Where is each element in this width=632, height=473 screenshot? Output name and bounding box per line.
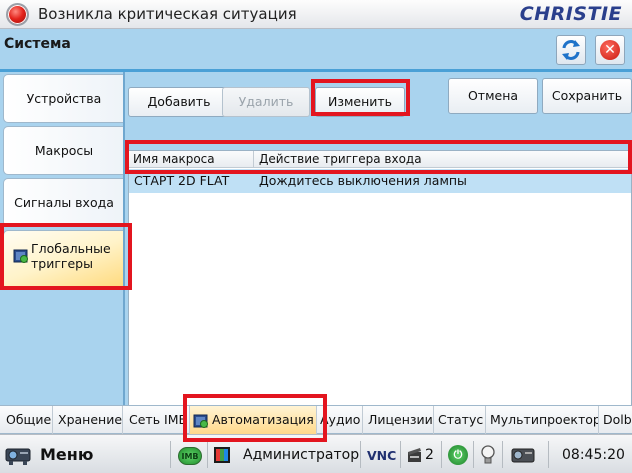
film-icon [408, 448, 421, 462]
tab-multiprojector[interactable]: Мультипроектор [486, 406, 599, 434]
tab-automation[interactable]: Автоматизация [190, 406, 317, 434]
film-count: 2 [425, 447, 434, 463]
alert-status-icon[interactable] [6, 3, 29, 26]
divider [441, 441, 442, 468]
close-button[interactable]: ✕ [595, 35, 625, 65]
sidebar-item-label: Сигналы входа [14, 195, 114, 210]
sidebar-item-input-signals[interactable]: Сигналы входа [3, 178, 124, 227]
triggers-panel: Добавить Удалить Изменить Отмена Сохрани… [125, 72, 632, 435]
column-separator [253, 151, 254, 168]
system-window: Система ✕ Устройства Макросы Сигналы вхо… [0, 29, 632, 435]
cell-macro-name: СТАРТ 2D FLAT [134, 173, 230, 188]
delete-button[interactable]: Удалить [222, 87, 310, 117]
divider [473, 441, 474, 468]
user-icon [214, 447, 230, 463]
column-header-trigger-action[interactable]: Действие триггера входа [259, 152, 422, 166]
sidebar-item-macros[interactable]: Макросы [3, 126, 124, 175]
menu-button[interactable]: Меню [40, 445, 93, 464]
save-button[interactable]: Сохранить [542, 78, 632, 114]
divider [548, 441, 549, 468]
projector-icon[interactable] [508, 446, 538, 464]
title-bar: Возникла критическая ситуация CHRISTIE [0, 0, 632, 29]
automation-icon [193, 414, 208, 428]
user-name[interactable]: Администратор [243, 447, 359, 463]
refresh-button[interactable] [556, 35, 586, 65]
edit-button[interactable]: Изменить [315, 87, 405, 117]
lamp-icon[interactable] [480, 445, 496, 465]
triggers-table: Имя макроса Действие триггера входа СТАР… [128, 150, 632, 435]
tab-audio[interactable]: Аудио [317, 406, 363, 434]
vnc-indicator[interactable]: VNC [367, 448, 396, 463]
sidebar-item-global-triggers[interactable]: Глобальные триггеры [3, 230, 124, 290]
tab-status[interactable]: Статус [434, 406, 486, 434]
tab-licenses[interactable]: Лицензии [363, 406, 434, 434]
tab-dolby[interactable]: Dolby [599, 406, 632, 434]
cancel-button[interactable]: Отмена [448, 78, 538, 114]
table-row[interactable]: СТАРТ 2D FLAT Дождитесь выключения лампы [129, 169, 631, 193]
tab-imb-network[interactable]: Сеть IMB [123, 406, 190, 434]
power-icon[interactable]: ⏻ [448, 445, 468, 465]
tab-storage[interactable]: Хранение [53, 406, 123, 434]
menu-icon[interactable] [4, 445, 36, 467]
trigger-icon [13, 249, 28, 263]
divider [400, 441, 401, 468]
tab-general[interactable]: Общие [0, 406, 53, 434]
column-header-macro-name[interactable]: Имя макроса [133, 152, 215, 166]
divider [360, 441, 361, 468]
bottom-tab-bar: Общие Хранение Сеть IMB Автоматизация Ау… [0, 405, 632, 434]
status-bar: Меню IMB Администратор VNC 2 ⏻ 08:45:20 [0, 434, 632, 473]
sidebar-item-label: Устройства [26, 91, 102, 106]
sidebar-item-label: Глобальные триггеры [31, 241, 111, 271]
side-nav: Устройства Макросы Сигналы входа Глобаль… [0, 72, 124, 405]
imb-status-icon[interactable]: IMB [178, 447, 202, 465]
sidebar-item-label: Макросы [34, 143, 94, 158]
add-button[interactable]: Добавить [128, 87, 230, 117]
brand-logo: CHRISTIE [519, 3, 622, 25]
divider [207, 441, 208, 468]
clock: 08:45:20 [562, 447, 625, 463]
cell-trigger-action: Дождитесь выключения лампы [259, 173, 467, 188]
divider [502, 441, 503, 468]
table-header: Имя макроса Действие триггера входа [129, 151, 631, 168]
refresh-icon [562, 40, 580, 60]
alert-message: Возникла критическая ситуация [38, 5, 297, 23]
tab-automation-label: Автоматизация [212, 412, 314, 427]
divider [170, 441, 171, 468]
close-icon: ✕ [600, 40, 620, 60]
page-title: Система [4, 36, 71, 52]
sidebar-item-devices[interactable]: Устройства [3, 74, 124, 123]
